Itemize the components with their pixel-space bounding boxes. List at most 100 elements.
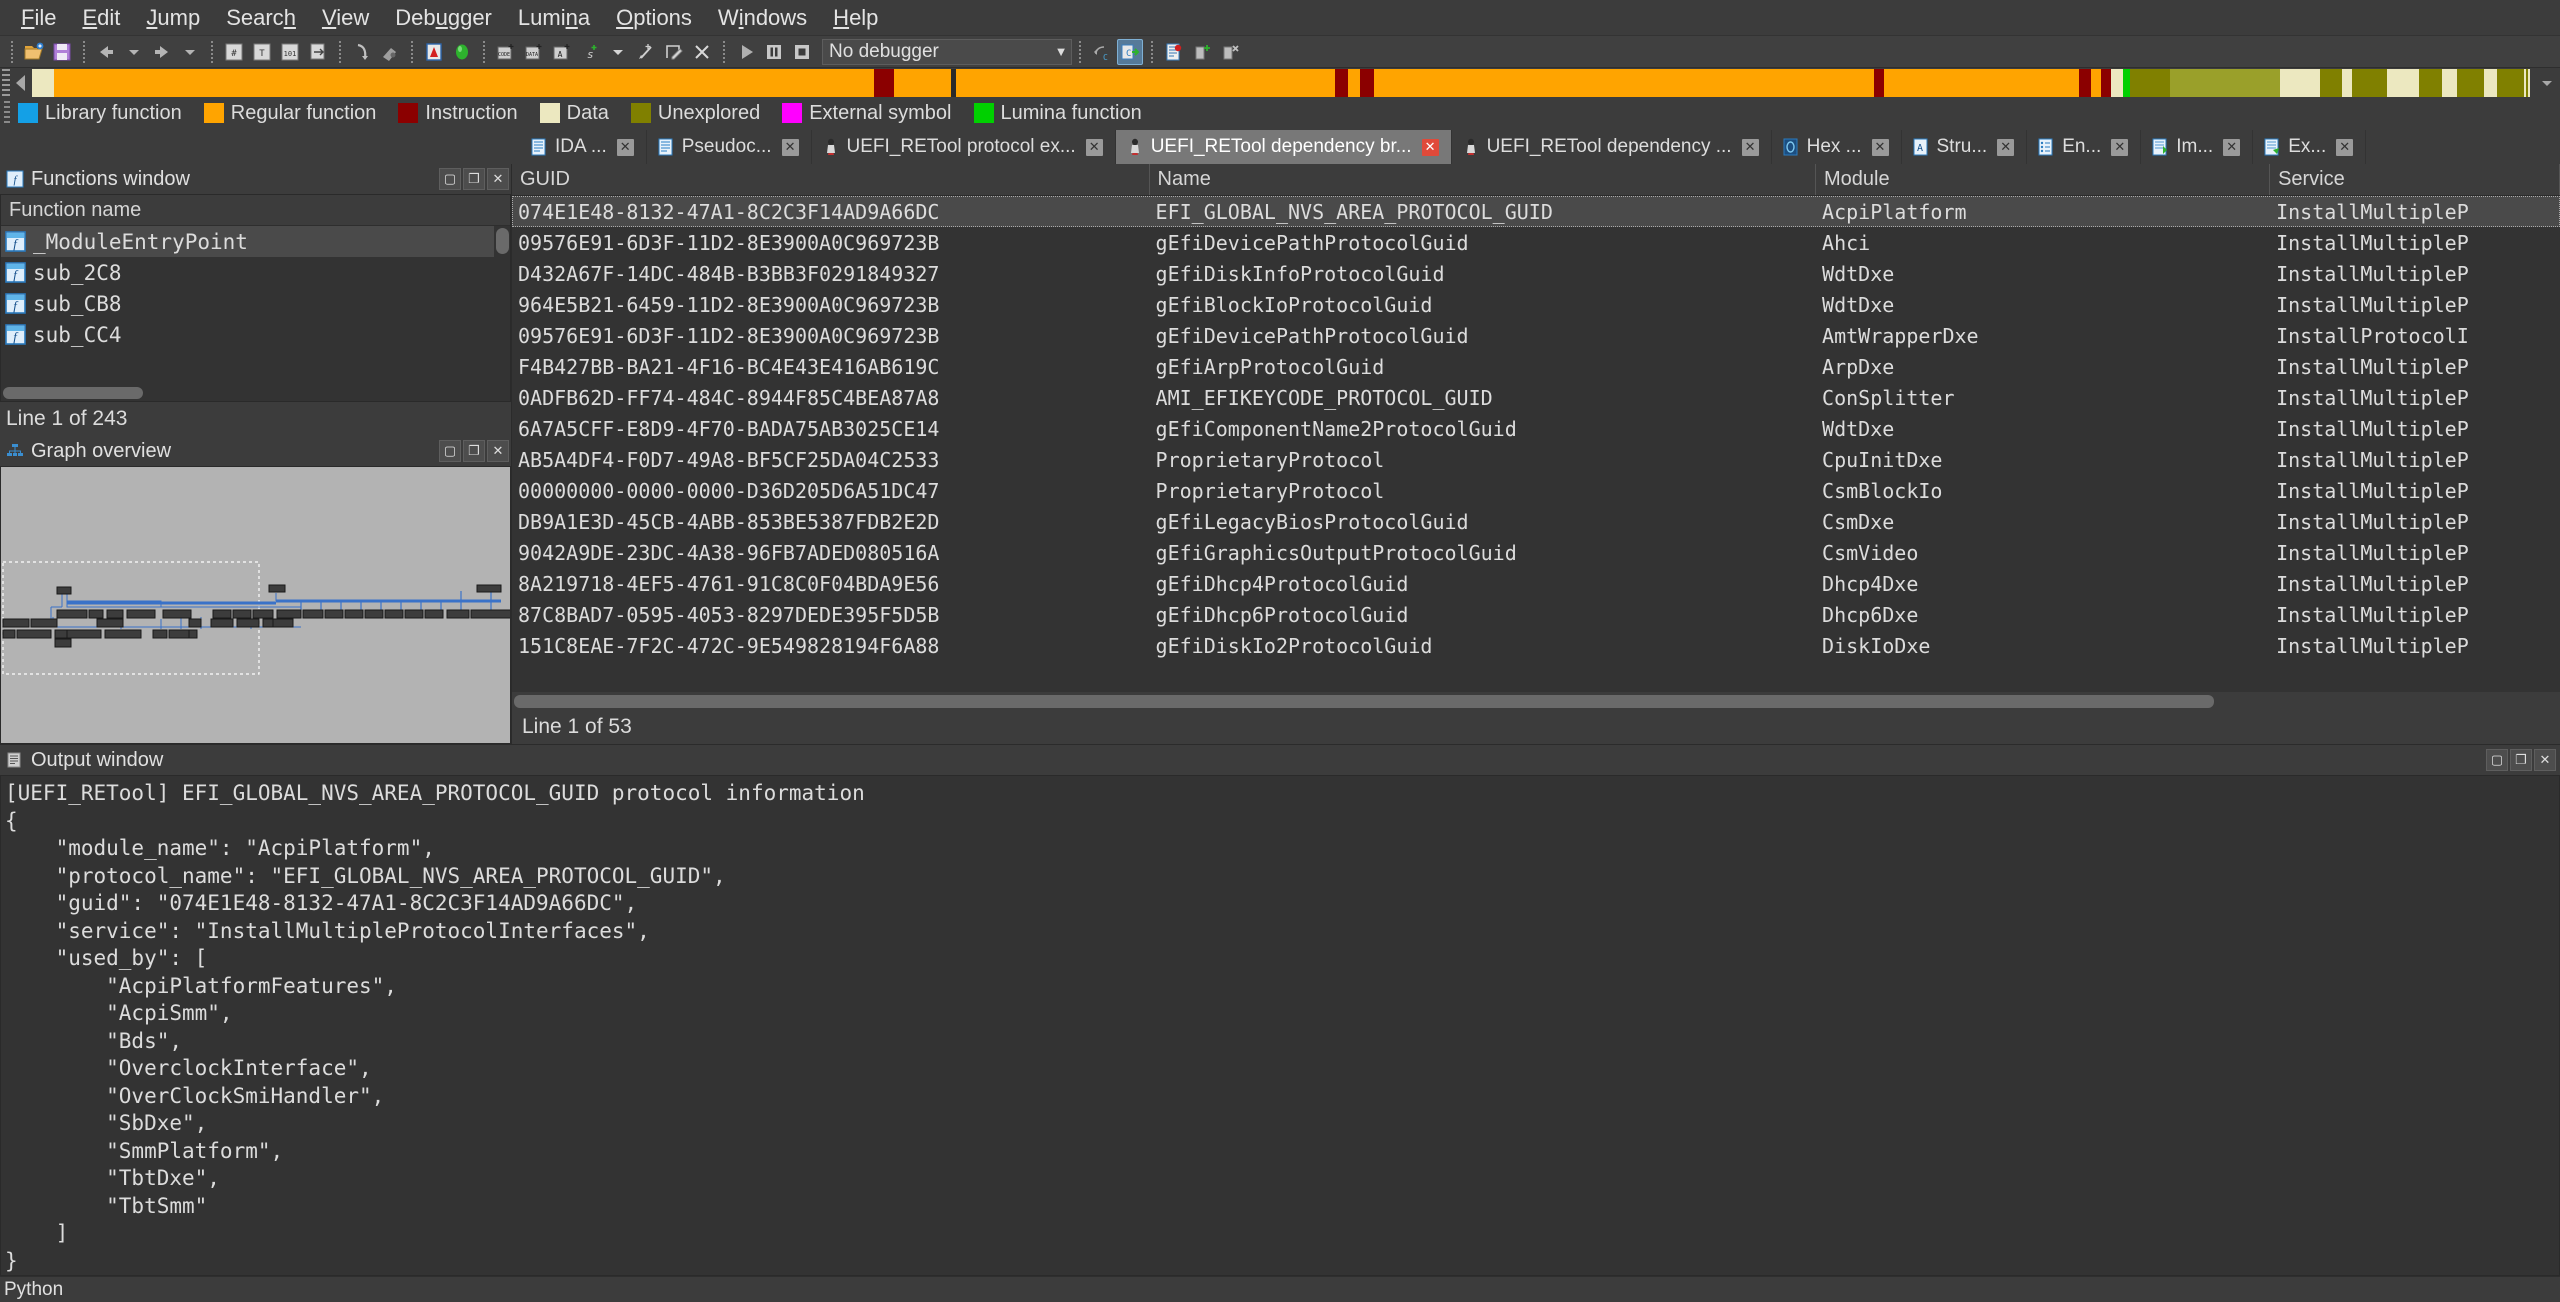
tab-2[interactable]: UEFI_RETool protocol ex... ✕ bbox=[812, 130, 1116, 164]
save-icon[interactable] bbox=[49, 39, 75, 65]
close-icon[interactable]: ✕ bbox=[2534, 749, 2556, 771]
tab-close-icon[interactable]: ✕ bbox=[1421, 138, 1439, 156]
function-list-item[interactable]: f sub_CB8 bbox=[1, 288, 510, 319]
table-row[interactable]: F4B427BB-BA21-4F16-BC4E43E416AB619C gEfiA… bbox=[512, 351, 2560, 382]
scrollbar-thumb[interactable] bbox=[495, 228, 509, 254]
menu-item-search[interactable]: Search bbox=[213, 3, 309, 33]
tab-8[interactable]: Im... ✕ bbox=[2141, 130, 2254, 164]
back-dropdown-icon[interactable] bbox=[121, 39, 147, 65]
table-row[interactable]: D432A67F-14DC-484B-B3BB3F0291849327 gEfiD… bbox=[512, 258, 2560, 289]
tab-7[interactable]: En... ✕ bbox=[2027, 130, 2142, 164]
menu-item-lumina[interactable]: Lumina bbox=[505, 3, 603, 33]
column-header-name[interactable]: Name bbox=[1150, 164, 1816, 195]
run-icon[interactable] bbox=[733, 39, 759, 65]
step-into-icon[interactable]: C bbox=[1117, 38, 1143, 65]
make-data-icon[interactable]: DATA bbox=[521, 39, 547, 65]
table-row[interactable]: 964E5B21-6459-11D2-8E3900A0C969723B gEfiB… bbox=[512, 289, 2560, 320]
table-row[interactable]: 074E1E48-8132-47A1-8C2C3F14AD9A66DC EFI_G… bbox=[512, 196, 2560, 227]
search-immediate-icon[interactable]: 101 bbox=[277, 39, 303, 65]
menu-item-jump[interactable]: Jump bbox=[133, 3, 213, 33]
navband-strip[interactable] bbox=[32, 69, 2530, 97]
menu-item-options[interactable]: Options bbox=[603, 3, 705, 33]
forward-arrow-icon[interactable] bbox=[149, 39, 175, 65]
close-icon[interactable]: ✕ bbox=[487, 440, 509, 462]
tab-close-icon[interactable]: ✕ bbox=[1085, 138, 1103, 156]
table-row-partial[interactable] bbox=[512, 661, 2560, 673]
make-code-icon[interactable]: CODE bbox=[493, 39, 519, 65]
scrollbar-thumb[interactable] bbox=[3, 387, 143, 399]
table-row[interactable]: 9042A9DE-23DC-4A38-96FB7ADED080516A gEfiG… bbox=[512, 537, 2560, 568]
tab-close-icon[interactable]: ✕ bbox=[1871, 138, 1889, 156]
stop-icon[interactable] bbox=[789, 39, 815, 65]
search-binary-icon[interactable] bbox=[377, 39, 403, 65]
tab-0[interactable]: IDA ... ✕ bbox=[520, 130, 647, 164]
output-window-text[interactable]: [UEFI_RETool] EFI_GLOBAL_NVS_AREA_PROTOC… bbox=[0, 775, 2560, 1276]
struct-dropdown-icon[interactable] bbox=[605, 39, 631, 65]
lumina-icon[interactable] bbox=[449, 39, 475, 65]
delete-breakpoint-icon[interactable] bbox=[1217, 39, 1243, 65]
table-row[interactable]: 09576E91-6D3F-11D2-8E3900A0C969723B gEfiD… bbox=[512, 320, 2560, 351]
functions-list[interactable]: f _ModuleEntryPoint f sub_2C8 f sub_CB8 f sub_C… bbox=[1, 226, 510, 385]
table-row[interactable]: DB9A1E3D-45CB-4ABB-853BE5387FDB2E2D gEfiL… bbox=[512, 506, 2560, 537]
analyze-icon[interactable] bbox=[421, 39, 447, 65]
function-list-item[interactable]: f _ModuleEntryPoint bbox=[1, 226, 510, 257]
graph-overview-canvas[interactable] bbox=[0, 466, 511, 744]
function-list-item[interactable]: f sub_CC4 bbox=[1, 319, 510, 350]
step-over-icon[interactable]: C bbox=[1089, 39, 1115, 65]
tab-5[interactable]: Hex ... ✕ bbox=[1772, 130, 1902, 164]
tab-close-icon[interactable]: ✕ bbox=[781, 138, 799, 156]
functions-vertical-scrollbar[interactable] bbox=[494, 226, 510, 385]
protocol-table-body[interactable]: 074E1E48-8132-47A1-8C2C3F14AD9A66DC EFI_G… bbox=[512, 196, 2560, 692]
tab-close-icon[interactable]: ✕ bbox=[616, 138, 634, 156]
tab-close-icon[interactable]: ✕ bbox=[1741, 138, 1759, 156]
table-row[interactable]: 8A219718-4EF5-4761-91C8C0F04BDA9E56 gEfiD… bbox=[512, 568, 2560, 599]
column-header-guid[interactable]: GUID bbox=[512, 164, 1150, 195]
close-icon[interactable]: ✕ bbox=[487, 168, 509, 190]
search-hex-icon[interactable]: # bbox=[221, 39, 247, 65]
menu-item-debugger[interactable]: Debugger bbox=[382, 3, 505, 33]
navband-left-arrow-icon[interactable] bbox=[10, 69, 32, 97]
column-header-service[interactable]: Service bbox=[2270, 164, 2560, 195]
restore-icon[interactable]: ❐ bbox=[463, 440, 485, 462]
tab-3[interactable]: UEFI_RETool dependency br... ✕ bbox=[1115, 130, 1452, 164]
menu-item-view[interactable]: View bbox=[309, 3, 382, 33]
functions-column-header[interactable]: Function name bbox=[1, 195, 510, 226]
maximize-icon[interactable]: ▢ bbox=[439, 168, 461, 190]
table-row[interactable]: AB5A4DF4-F0D7-49A8-BF5CF25DA04C2533 Propr… bbox=[512, 444, 2560, 475]
tab-close-icon[interactable]: ✕ bbox=[2223, 138, 2241, 156]
maximize-icon[interactable]: ▢ bbox=[439, 440, 461, 462]
search-next-icon[interactable] bbox=[305, 39, 331, 65]
forward-dropdown-icon[interactable] bbox=[177, 39, 203, 65]
maximize-icon[interactable]: ▢ bbox=[2486, 749, 2508, 771]
menu-item-edit[interactable]: Edit bbox=[69, 3, 133, 33]
table-row[interactable]: 00000000-0000-0000-D36D205D6A51DC47 Propr… bbox=[512, 475, 2560, 506]
pause-icon[interactable] bbox=[761, 39, 787, 65]
tab-4[interactable]: UEFI_RETool dependency ... ✕ bbox=[1452, 130, 1772, 164]
menu-item-file[interactable]: File bbox=[8, 3, 69, 33]
tab-close-icon[interactable]: ✕ bbox=[2111, 138, 2129, 156]
functions-horizontal-scrollbar[interactable] bbox=[1, 385, 510, 401]
tab-close-icon[interactable]: ✕ bbox=[2336, 138, 2354, 156]
table-row[interactable]: 6A7A5CFF-E8D9-4F70-BADA75AB3025CE14 gEfiC… bbox=[512, 413, 2560, 444]
debugger-select[interactable]: No debugger ▼ bbox=[822, 38, 1072, 65]
function-list-item[interactable]: f sub_2C8 bbox=[1, 257, 510, 288]
restore-icon[interactable]: ❐ bbox=[2510, 749, 2532, 771]
make-ascii-icon[interactable]: A bbox=[549, 39, 575, 65]
delete-icon[interactable] bbox=[689, 39, 715, 65]
tab-close-icon[interactable]: ✕ bbox=[1997, 138, 2015, 156]
undefine-icon[interactable] bbox=[633, 39, 659, 65]
make-struct-icon[interactable]: s bbox=[577, 39, 603, 65]
table-row[interactable]: 151C8EAE-7F2C-472C-9E549828194F6A88 gEfiD… bbox=[512, 630, 2560, 661]
open-folder-icon[interactable] bbox=[21, 39, 47, 65]
menu-item-windows[interactable]: Windows bbox=[705, 3, 820, 33]
jump-icon[interactable] bbox=[349, 39, 375, 65]
navband-right-arrow-icon[interactable] bbox=[2534, 69, 2560, 97]
protocol-table-horizontal-scrollbar[interactable] bbox=[512, 692, 2560, 710]
scrollbar-thumb[interactable] bbox=[514, 694, 2214, 708]
tab-6[interactable]: A Stru... ✕ bbox=[1902, 130, 2028, 164]
navigation-band[interactable] bbox=[0, 68, 2560, 98]
table-row[interactable]: 0ADFB62D-FF74-484C-8944F85C4BEA87A8 AMI_E… bbox=[512, 382, 2560, 413]
add-breakpoint-icon[interactable] bbox=[1189, 39, 1215, 65]
breakpoint-list-icon[interactable] bbox=[1161, 39, 1187, 65]
table-row[interactable]: 87C8BAD7-0595-4053-8297DEDE395F5D5B gEfiD… bbox=[512, 599, 2560, 630]
